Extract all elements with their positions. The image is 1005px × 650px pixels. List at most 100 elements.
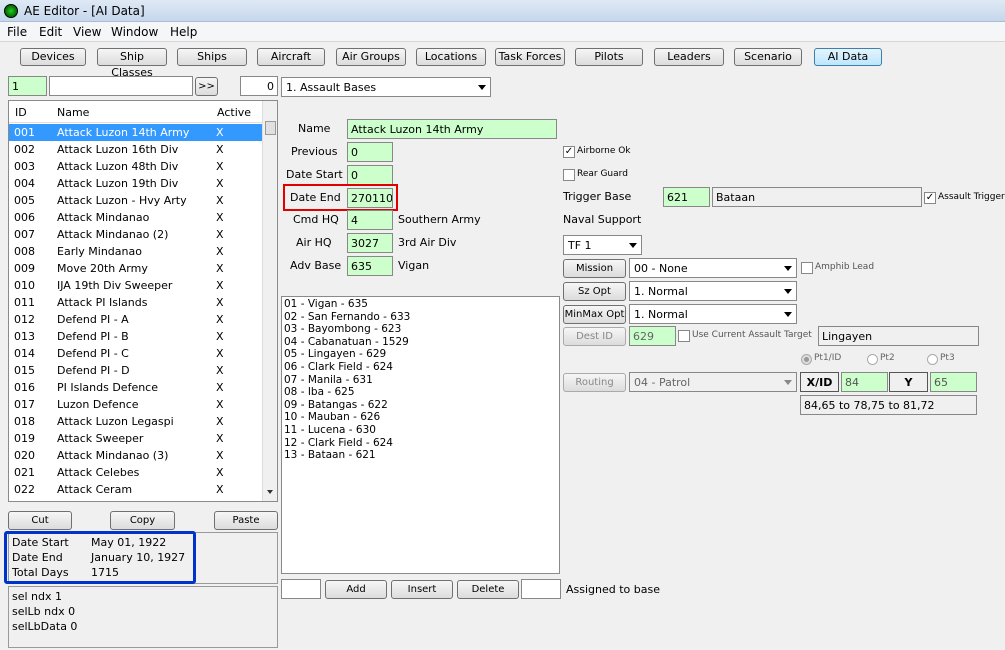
tf-select[interactable]: TF 1 (563, 235, 642, 255)
base-input[interactable] (281, 579, 321, 599)
sz-opt-button[interactable]: Sz Opt (563, 282, 626, 301)
assigned-input[interactable] (521, 579, 561, 599)
go-button[interactable]: >> (195, 77, 218, 96)
list-item[interactable]: 11 - Lucena - 630 (284, 424, 376, 436)
list-item[interactable]: 05 - Lingayen - 629 (284, 348, 386, 360)
list-item[interactable]: 02 - San Fernando - 633 (284, 311, 410, 323)
index-field[interactable]: 1 (8, 76, 47, 96)
column-header-active[interactable]: Active (217, 106, 251, 119)
table-row[interactable]: 003 Attack Luzon 48th Div X (9, 158, 262, 175)
tab-pilots[interactable]: Pilots (575, 48, 643, 66)
tab-ai-data[interactable]: AI Data (814, 48, 882, 66)
adv-base-field[interactable]: 635 (347, 256, 393, 276)
table-row[interactable]: 007 Attack Mindanao (2) X (9, 226, 262, 243)
assault-trigger-checkbox[interactable]: ✓ (924, 192, 936, 204)
amphib-checkbox[interactable] (801, 262, 813, 274)
tab-task-forces[interactable]: Task Forces (495, 48, 565, 66)
menu-window[interactable]: Window (111, 25, 158, 39)
cut-button[interactable]: Cut (8, 511, 72, 530)
table-row[interactable]: 001 Attack Luzon 14th Army X (9, 124, 262, 141)
table-row[interactable]: 011 Attack PI Islands X (9, 294, 262, 311)
tab-locations[interactable]: Locations (416, 48, 486, 66)
table-row[interactable]: 002 Attack Luzon 16th Div X (9, 141, 262, 158)
use-current-checkbox[interactable] (678, 330, 690, 342)
dest-id-button[interactable]: Dest ID (563, 327, 626, 346)
table-row[interactable]: 009 Move 20th Army X (9, 260, 262, 277)
rear-guard-checkbox[interactable] (563, 169, 575, 181)
table-row[interactable]: 019 Attack Sweeper X (9, 430, 262, 447)
minmax-select[interactable]: 1. Normal (629, 304, 797, 324)
table-row[interactable]: 020 Attack Mindanao (3) X (9, 447, 262, 464)
minmax-button[interactable]: MinMax Opt (563, 305, 626, 324)
table-row[interactable]: 015 Defend PI - D X (9, 362, 262, 379)
y-field[interactable]: 65 (930, 372, 977, 392)
x-field[interactable]: 84 (841, 372, 888, 392)
routing-button[interactable]: Routing (563, 373, 626, 392)
list-item[interactable]: 01 - Vigan - 635 (284, 298, 368, 310)
tab-ships[interactable]: Ships (177, 48, 247, 66)
trigger-base-field[interactable]: 621 (663, 187, 710, 207)
table-row[interactable]: 017 Luzon Defence X (9, 396, 262, 413)
sz-opt-select[interactable]: 1. Normal (629, 281, 797, 301)
mission-select[interactable]: 00 - None (629, 258, 797, 278)
table-row[interactable]: 018 Attack Luzon Legaspi X (9, 413, 262, 430)
air-hq-field[interactable]: 3027 (347, 233, 393, 253)
table-row[interactable]: 021 Attack Celebes X (9, 464, 262, 481)
paste-button[interactable]: Paste (214, 511, 278, 530)
dest-id-field[interactable]: 629 (629, 326, 676, 346)
scroll-thumb[interactable] (265, 121, 276, 135)
bases-list[interactable]: 01 - Vigan - 635 02 - San Fernando - 633 0… (281, 296, 560, 574)
tab-aircraft[interactable]: Aircraft (257, 48, 325, 66)
tab-ship-classes[interactable]: Ship Classes (97, 48, 167, 79)
table-row[interactable]: 022 Attack Ceram X (9, 481, 262, 498)
date-start-field[interactable]: 0 (347, 165, 393, 185)
name-field[interactable]: Attack Luzon 14th Army (347, 119, 557, 139)
list-item[interactable]: 09 - Batangas - 622 (284, 399, 388, 411)
table-row[interactable]: 010 IJA 19th Div Sweeper X (9, 277, 262, 294)
list-item[interactable]: 12 - Clark Field - 624 (284, 437, 393, 449)
column-header-name[interactable]: Name (57, 106, 89, 119)
ai-list[interactable]: ID Name Active 001 Attack Luzon 14th Army… (8, 100, 278, 502)
insert-button[interactable]: Insert (391, 580, 453, 599)
pt3-radio[interactable] (927, 354, 938, 365)
tab-leaders[interactable]: Leaders (654, 48, 724, 66)
list-item[interactable]: 04 - Cabanatuan - 1529 (284, 336, 409, 348)
column-header-id[interactable]: ID (15, 106, 27, 119)
table-row[interactable]: 016 PI Islands Defence X (9, 379, 262, 396)
list-item[interactable]: 06 - Clark Field - 624 (284, 361, 393, 373)
table-row[interactable]: 005 Attack Luzon - Hvy Arty X (9, 192, 262, 209)
list-item[interactable]: 08 - Iba - 625 (284, 386, 355, 398)
search-input[interactable] (49, 76, 193, 96)
copy-button[interactable]: Copy (110, 511, 175, 530)
count-field[interactable]: 0 (240, 76, 278, 96)
table-row[interactable]: 006 Attack Mindanao X (9, 209, 262, 226)
airborne-checkbox[interactable]: ✓ (563, 146, 575, 158)
delete-button[interactable]: Delete (457, 580, 519, 599)
menu-file[interactable]: File (7, 25, 27, 39)
menu-help[interactable]: Help (170, 25, 197, 39)
mission-button[interactable]: Mission (563, 259, 626, 278)
pt2-radio[interactable] (867, 354, 878, 365)
tab-air-groups[interactable]: Air Groups (336, 48, 406, 66)
table-row[interactable]: 008 Early Mindanao X (9, 243, 262, 260)
table-row[interactable]: 012 Defend PI - A X (9, 311, 262, 328)
tab-scenario[interactable]: Scenario (734, 48, 802, 66)
scroll-down-icon[interactable] (267, 490, 273, 494)
list-scrollbar[interactable] (262, 101, 277, 501)
list-item[interactable]: 07 - Manila - 631 (284, 374, 373, 386)
add-button[interactable]: Add (325, 580, 387, 599)
list-item[interactable]: 13 - Bataan - 621 (284, 449, 376, 461)
menu-edit[interactable]: Edit (39, 25, 62, 39)
table-row[interactable]: 014 Defend PI - C X (9, 345, 262, 362)
routing-select[interactable]: 04 - Patrol (629, 372, 797, 392)
previous-field[interactable]: 0 (347, 142, 393, 162)
list-item[interactable]: 03 - Bayombong - 623 (284, 323, 401, 335)
tab-devices[interactable]: Devices (20, 48, 86, 66)
list-item[interactable]: 10 - Mauban - 626 (284, 411, 380, 423)
type-select[interactable]: 1. Assault Bases (281, 77, 491, 97)
menu-view[interactable]: View (73, 25, 101, 39)
cmd-hq-field[interactable]: 4 (347, 210, 393, 230)
pt1-radio[interactable] (801, 354, 812, 365)
table-row[interactable]: 013 Defend PI - B X (9, 328, 262, 345)
table-row[interactable]: 004 Attack Luzon 19th Div X (9, 175, 262, 192)
